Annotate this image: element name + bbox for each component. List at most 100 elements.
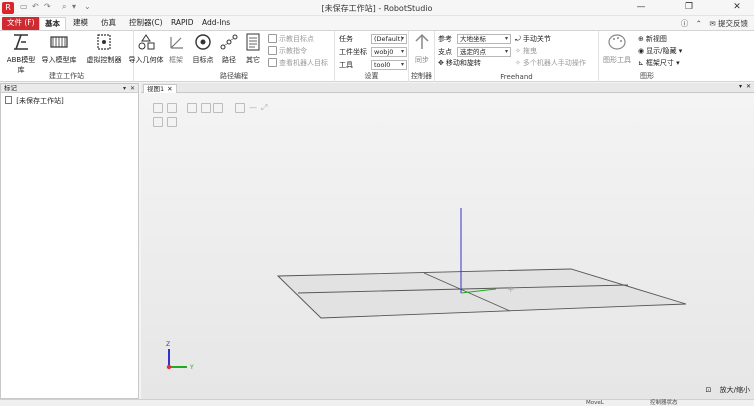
wobj-select[interactable]: wobj0 ▾	[371, 47, 407, 57]
frame-size-icon: ⊾	[638, 59, 644, 67]
show-targets-icon	[268, 34, 277, 43]
new-view-button[interactable]: ⊕ 新视图	[638, 34, 667, 45]
pivot-label: 支点	[438, 48, 452, 56]
feedback-link[interactable]: ⓘ ⌃ ✉ 提交反馈	[681, 18, 748, 29]
sync-arrow-icon	[415, 33, 429, 49]
minimize-ribbon-icon[interactable]: ⌃	[696, 19, 702, 28]
teach-instruction-label: 示教指令	[279, 47, 307, 55]
controller-status[interactable]: 控制器状态	[650, 400, 678, 406]
target-icon	[195, 34, 211, 50]
jog-joint-label: 手动关节	[522, 35, 551, 43]
group-controller: 同步 控制器	[409, 31, 435, 82]
abb-library-button[interactable]: ABB模型库	[4, 33, 38, 75]
help-icon[interactable]: ⓘ	[681, 19, 689, 28]
path-label: 路径	[222, 56, 236, 64]
palette-icon	[608, 34, 626, 50]
task-select[interactable]: (Default) ▾	[371, 34, 407, 44]
reference-select[interactable]: 大地坐标 ▾	[457, 34, 511, 44]
tab-addins[interactable]: Add-Ins	[197, 17, 235, 30]
view-robot-targets-icon	[268, 58, 277, 67]
drag-label: 拖曳	[522, 47, 537, 55]
view-hint: ⊡ 放大/缩小	[700, 385, 750, 395]
target-button[interactable]: 目标点	[190, 33, 216, 65]
group-label-settings: 设置	[364, 72, 379, 80]
sync-label: 同步	[415, 56, 429, 64]
tool-value: tool0	[374, 61, 391, 69]
move-mode-status[interactable]: MoveL	[586, 400, 604, 406]
import-library-button[interactable]: 导入模型库	[40, 33, 78, 65]
move-rotate-label: 移动和旋转	[445, 59, 481, 67]
tool-select[interactable]: tool0 ▾	[371, 60, 407, 70]
feedback-icon: ✉	[709, 19, 716, 28]
close-button[interactable]: ✕	[726, 1, 748, 15]
virtual-controller-button[interactable]: 虚拟控制器	[82, 33, 126, 65]
plus-icon: ⊕	[638, 35, 644, 43]
graphics-view[interactable]: — ⤢ + Z Y ⊡ 放大/缩小	[141, 93, 754, 399]
floor-plane	[276, 268, 687, 319]
tree-item-station[interactable]: [未保存工作站]	[5, 96, 64, 106]
frame-size-button[interactable]: ⊾ 框架尺寸 ▾	[638, 58, 680, 69]
move-icon: ✥	[438, 59, 444, 67]
frame-size-label: 框架尺寸	[645, 59, 674, 67]
import-geometry-button[interactable]: 导入几何体	[126, 33, 166, 65]
task-label: 任务	[339, 35, 353, 43]
feedback-label[interactable]: 提交反馈	[718, 19, 748, 28]
chevron-down-icon: ▾	[504, 35, 508, 42]
reference-label: 参考	[438, 35, 452, 43]
chevron-down-icon: ▾	[504, 48, 508, 55]
move-rotate-button[interactable]: ✥ 移动和旋转	[438, 58, 481, 69]
graphic-tools-button[interactable]: 图形工具	[601, 33, 633, 65]
mouse-icon: ⊡	[705, 386, 712, 394]
panel-header: 标记 ▾ ✕	[1, 84, 138, 93]
group-settings: 任务 (Default) ▾ 工件坐标 wobj0 ▾ 工具 tool0 ▾ 设置	[335, 31, 409, 82]
sync-button[interactable]: 同步	[411, 33, 433, 65]
maximize-button[interactable]: ❐	[678, 1, 700, 15]
chevron-down-icon: ▾	[676, 47, 683, 55]
drag-button[interactable]: ✧ 拖曳	[515, 46, 537, 57]
panel-close-icon[interactable]: ✕	[130, 84, 135, 93]
target-label: 目标点	[192, 56, 214, 64]
show-targets-button[interactable]: 示教目标点	[268, 34, 314, 45]
teach-instruction-icon	[268, 46, 277, 55]
title-bar: R ▭ ↶ ↷ ⌕ ▾ ⌄ [未保存工作站] - RobotStudio — ❐…	[0, 0, 754, 16]
multi-robot-icon: ✧	[515, 59, 521, 67]
pivot-value: 选定的点	[460, 48, 486, 56]
group-label-build-station: 建立工作站	[49, 72, 84, 80]
tool-label: 工具	[339, 61, 353, 69]
view-tab-label: 视图1	[147, 85, 165, 93]
tab-home[interactable]: 基本	[39, 17, 66, 30]
tab-controller[interactable]: 控制器(C)	[124, 17, 168, 30]
view-close-icon[interactable]: ✕	[746, 83, 751, 90]
path-button[interactable]: 路径	[218, 33, 240, 65]
triad-z-label: Z	[166, 341, 170, 348]
minimize-button[interactable]: —	[630, 1, 652, 15]
other-button[interactable]: 其它	[242, 33, 264, 65]
tab-modeling[interactable]: 建模	[68, 17, 93, 30]
teach-instruction-button[interactable]: 示教指令	[268, 46, 307, 57]
tab-rapid[interactable]: RAPID	[166, 17, 199, 30]
chevron-down-icon: ▾	[673, 59, 680, 67]
wobj-value: wobj0	[374, 48, 394, 56]
frame-button[interactable]: 框架	[164, 33, 188, 65]
pivot-select[interactable]: 选定的点 ▾	[457, 47, 511, 57]
view-options-icon[interactable]: ▾	[739, 83, 742, 90]
layout-panel: 标记 ▾ ✕ [未保存工作站]	[0, 83, 139, 399]
multi-robot-jog-button[interactable]: ✧ 多个机器人手动操作	[515, 58, 586, 69]
jog-joint-button[interactable]: ⤾ 手动关节	[515, 34, 551, 45]
reference-value: 大地坐标	[460, 35, 486, 43]
triad-x-axis	[166, 364, 172, 370]
import-geometry-label: 导入几何体	[128, 56, 164, 64]
tab-simulation[interactable]: 仿真	[96, 17, 121, 30]
view-robot-targets-button[interactable]: 查看机器人目标	[268, 58, 328, 69]
close-view-tab-icon[interactable]: ✕	[167, 85, 172, 93]
tab-file[interactable]: 文件 (F)	[2, 17, 40, 30]
import-library-label: 导入模型库	[41, 56, 77, 64]
show-hide-button[interactable]: ◉ 显示/隐藏 ▾	[638, 46, 682, 57]
show-hide-label: 显示/隐藏	[646, 47, 677, 55]
eye-icon: ◉	[638, 47, 645, 55]
group-graphics: 图形工具 ⊕ 新视图 ◉ 显示/隐藏 ▾ ⊾ 框架尺寸 ▾ 图形	[599, 31, 695, 82]
panel-title: 标记	[4, 84, 17, 92]
tab-view1[interactable]: 视图1 ✕	[143, 84, 177, 93]
panel-options-icon[interactable]: ▾	[123, 84, 126, 93]
ribbon: ABB模型库 导入模型库 虚拟控制器 建立工作站 导入几何体 框架 目标点 路径	[0, 30, 754, 82]
